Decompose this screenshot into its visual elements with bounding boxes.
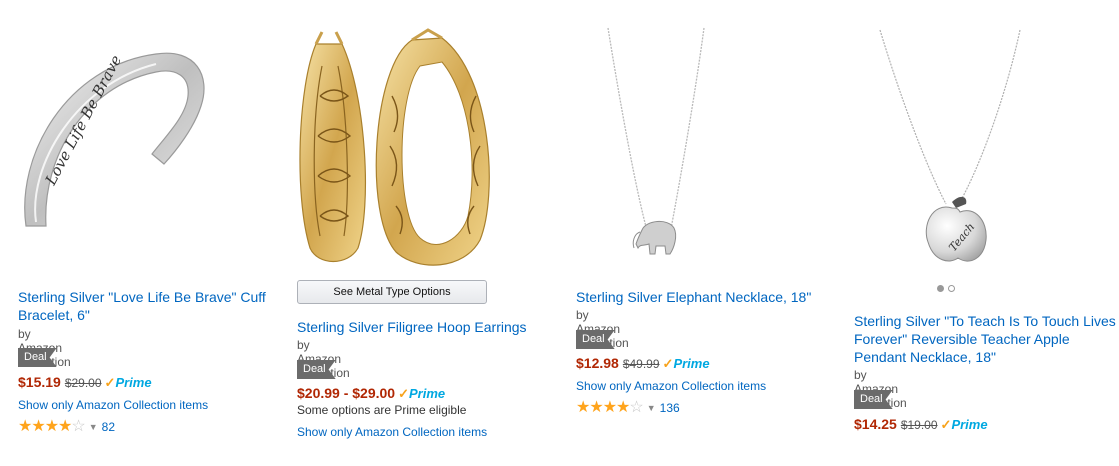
sale-price: $12.98 bbox=[576, 355, 619, 371]
star-icon: ★ bbox=[18, 418, 32, 435]
product-image-apple-pendant[interactable]: Teach bbox=[870, 26, 1030, 274]
seller-filter-link[interactable]: Show only Amazon Collection items bbox=[18, 398, 208, 412]
chevron-down-icon[interactable]: ▼ bbox=[89, 422, 98, 432]
product-title[interactable]: Sterling Silver "Love Life Be Brave" Cuf… bbox=[18, 288, 280, 324]
seller-filter-link[interactable]: Show only Amazon Collection items bbox=[576, 379, 766, 393]
image-carousel-dots bbox=[937, 285, 955, 292]
prime-check-icon: ✓ bbox=[398, 386, 409, 401]
sale-price-range: $20.99 - $29.00 bbox=[297, 385, 396, 401]
prime-badge: ✓Prime bbox=[398, 386, 445, 401]
prime-badge: ✓Prime bbox=[663, 356, 710, 371]
see-metal-type-options-button[interactable]: See Metal Type Options bbox=[297, 280, 487, 304]
prime-eligibility-note: Some options are Prime eligible bbox=[297, 403, 467, 417]
star-empty-icon: ☆ bbox=[629, 399, 643, 416]
star-empty-icon: ☆ bbox=[71, 418, 85, 435]
prime-check-icon: ✓ bbox=[940, 417, 952, 432]
carousel-dot-active[interactable] bbox=[937, 285, 944, 292]
star-icon: ★ bbox=[602, 399, 617, 416]
prime-check-icon: ✓ bbox=[662, 356, 674, 371]
sale-price: $14.25 bbox=[854, 416, 897, 432]
star-icon: ★ bbox=[576, 399, 590, 416]
star-rating[interactable]: ★ ★ ★ ★ ☆ ▼ 82 bbox=[18, 419, 115, 435]
prime-badge: ✓Prime bbox=[105, 375, 152, 390]
chevron-down-icon[interactable]: ▼ bbox=[647, 403, 656, 413]
list-price: $19.00 bbox=[900, 418, 938, 432]
price-block: $12.98 $49.99 ✓Prime bbox=[576, 355, 710, 372]
star-icon: ★ bbox=[589, 399, 603, 416]
star-rating[interactable]: ★ ★ ★ ★ ☆ ▼ 136 bbox=[576, 400, 680, 416]
star-icon: ★ bbox=[616, 399, 630, 416]
star-icon: ★ bbox=[44, 418, 59, 435]
product-image-hoop-earrings[interactable] bbox=[292, 26, 492, 266]
price-block: $14.25 $19.00 ✓Prime bbox=[854, 416, 988, 433]
seller-filter-link[interactable]: Show only Amazon Collection items bbox=[297, 425, 487, 439]
price-block: $15.19 $29.00 ✓Prime bbox=[18, 374, 152, 391]
prime-label: Prime bbox=[115, 375, 152, 390]
sale-price: $15.19 bbox=[18, 374, 61, 390]
prime-check-icon: ✓ bbox=[104, 375, 116, 390]
product-title[interactable]: Sterling Silver Elephant Necklace, 18" bbox=[576, 288, 838, 306]
carousel-dot[interactable] bbox=[948, 285, 955, 292]
review-count-link[interactable]: 82 bbox=[102, 420, 115, 434]
prime-label: Prime bbox=[673, 356, 710, 371]
product-title[interactable]: Sterling Silver Filigree Hoop Earrings bbox=[297, 318, 559, 336]
product-image-elephant-necklace[interactable] bbox=[600, 22, 710, 272]
product-image-cuff-bracelet[interactable]: Love Life Be Brave bbox=[6, 36, 222, 262]
star-icon: ★ bbox=[58, 418, 72, 435]
list-price: $49.99 bbox=[622, 357, 660, 371]
star-icon: ★ bbox=[31, 418, 45, 435]
prime-label: Prime bbox=[951, 417, 988, 432]
review-count-link[interactable]: 136 bbox=[660, 401, 680, 415]
product-title[interactable]: Sterling Silver "To Teach Is To Touch Li… bbox=[854, 312, 1119, 366]
list-price: $29.00 bbox=[64, 376, 102, 390]
price-block: $20.99 - $29.00 ✓Prime bbox=[297, 385, 445, 402]
prime-badge: ✓Prime bbox=[941, 417, 988, 432]
prime-label: Prime bbox=[409, 386, 446, 401]
